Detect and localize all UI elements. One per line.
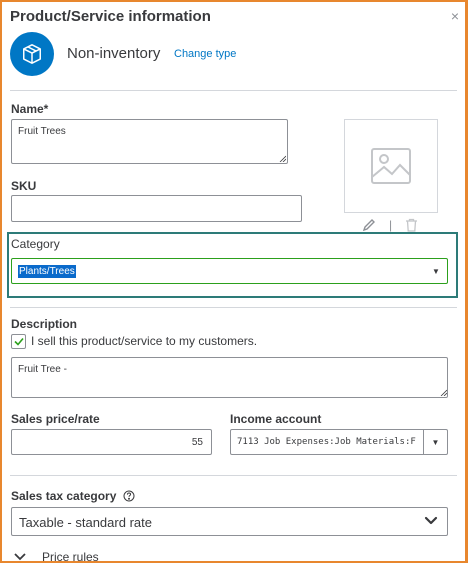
textarea-resize-icon[interactable] — [440, 389, 447, 396]
name-input[interactable]: Fruit Trees — [11, 119, 288, 164]
sales-tax-select[interactable]: Taxable - standard rate — [11, 507, 448, 536]
image-tools: | — [362, 218, 418, 232]
sku-label: SKU — [11, 179, 37, 193]
caret-down-icon[interactable]: ▼ — [425, 259, 447, 283]
trash-icon[interactable] — [405, 218, 418, 232]
image-upload-area[interactable] — [344, 119, 438, 213]
sales-tax-label: Sales tax category — [11, 489, 135, 503]
price-rules-toggle[interactable]: Price rules — [14, 550, 99, 563]
textarea-resize-icon[interactable] — [279, 155, 286, 162]
sales-tax-value: Taxable - standard rate — [19, 515, 152, 530]
panel-title: Product/Service information — [10, 8, 211, 25]
item-type-name: Non-inventory — [67, 45, 161, 62]
sku-input[interactable] — [11, 195, 302, 222]
product-service-panel: Product/Service information × Non-invent… — [0, 0, 468, 563]
box-icon — [23, 44, 41, 64]
sales-tax-label-text: Sales tax category — [11, 489, 117, 503]
chevron-down-icon[interactable] — [423, 514, 439, 528]
close-icon[interactable]: × — [451, 8, 459, 24]
type-badge — [10, 32, 54, 76]
category-value: Plants/Trees — [18, 265, 76, 278]
divider — [10, 475, 457, 476]
description-input[interactable]: Fruit Tree - — [11, 357, 448, 398]
pencil-icon[interactable] — [362, 218, 376, 232]
image-placeholder-icon — [371, 148, 411, 184]
chevron-down-icon — [14, 553, 26, 561]
checkmark-icon — [13, 337, 24, 346]
name-label: Name* — [11, 102, 49, 116]
price-rules-label: Price rules — [42, 550, 99, 563]
sales-price-input[interactable]: 55 — [11, 429, 212, 455]
income-account-value: 7113 Job Expenses:Job Materials:F — [237, 437, 416, 447]
divider — [10, 307, 457, 308]
sell-checkbox-label: I sell this product/service to my custom… — [31, 334, 258, 348]
category-select[interactable]: Plants/Trees ▼ — [11, 258, 448, 284]
tool-separator: | — [389, 218, 393, 232]
divider — [10, 90, 457, 91]
sales-price-label: Sales price/rate — [11, 412, 100, 426]
question-circle-icon[interactable] — [123, 490, 135, 502]
sell-checkbox[interactable] — [11, 334, 26, 349]
income-account-select[interactable]: 7113 Job Expenses:Job Materials:F ▼ — [230, 429, 448, 455]
income-account-label: Income account — [230, 412, 322, 426]
category-label: Category — [11, 237, 60, 251]
description-label: Description — [11, 317, 78, 331]
caret-down-icon[interactable]: ▼ — [423, 430, 447, 454]
change-type-link[interactable]: Change type — [174, 48, 236, 60]
